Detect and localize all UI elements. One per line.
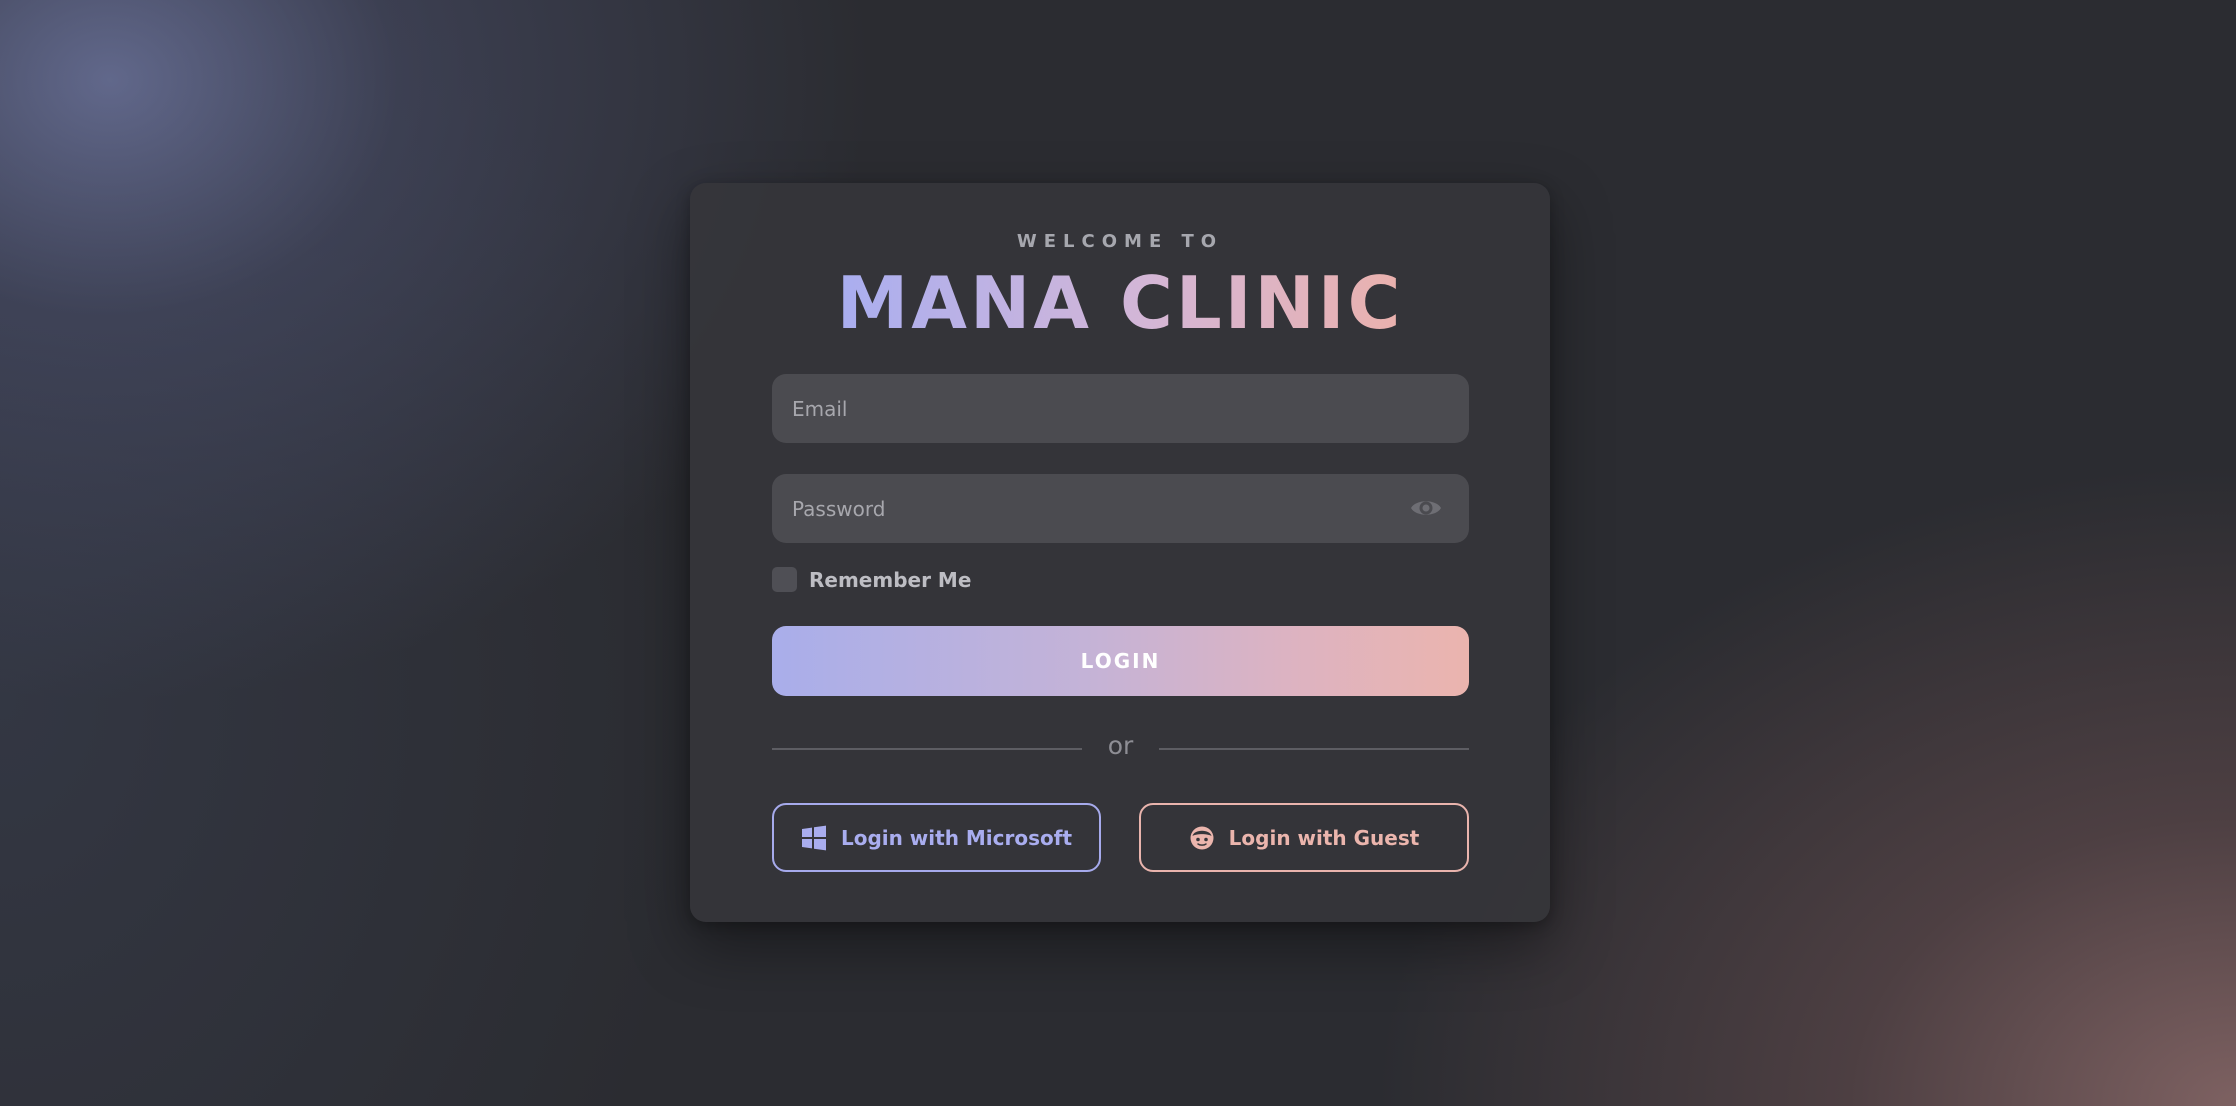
- password-field-container: [772, 474, 1469, 543]
- welcome-text: WELCOME TO: [1016, 231, 1224, 252]
- divider-line-left: [772, 748, 1082, 750]
- login-guest-label: Login with Guest: [1228, 825, 1420, 850]
- password-field[interactable]: [790, 495, 1394, 522]
- login-microsoft-button[interactable]: Login with Microsoft: [772, 803, 1101, 872]
- login-button[interactable]: LOGIN: [772, 626, 1469, 696]
- login-microsoft-label: Login with Microsoft: [840, 825, 1073, 850]
- email-field[interactable]: [790, 395, 1394, 422]
- remember-me[interactable]: Remember Me: [772, 567, 971, 592]
- brand-title-text: MANA CLINIC: [836, 261, 1404, 345]
- login-guest-button[interactable]: Login with Guest: [1139, 803, 1469, 872]
- windows-logo-icon: [801, 825, 826, 850]
- brand-title: MANA CLINIC: [690, 261, 1550, 345]
- remember-me-checkbox[interactable]: [772, 567, 797, 592]
- divider-line-right: [1159, 748, 1469, 750]
- divider-or: or: [1107, 731, 1134, 760]
- login-card: WELCOME TO MANA CLINIC Remember Me LOGIN…: [690, 183, 1550, 922]
- remember-me-label: Remember Me: [809, 567, 972, 592]
- face-icon: [1190, 826, 1214, 849]
- eye-icon[interactable]: [1409, 494, 1443, 522]
- email-field-container: [772, 374, 1469, 443]
